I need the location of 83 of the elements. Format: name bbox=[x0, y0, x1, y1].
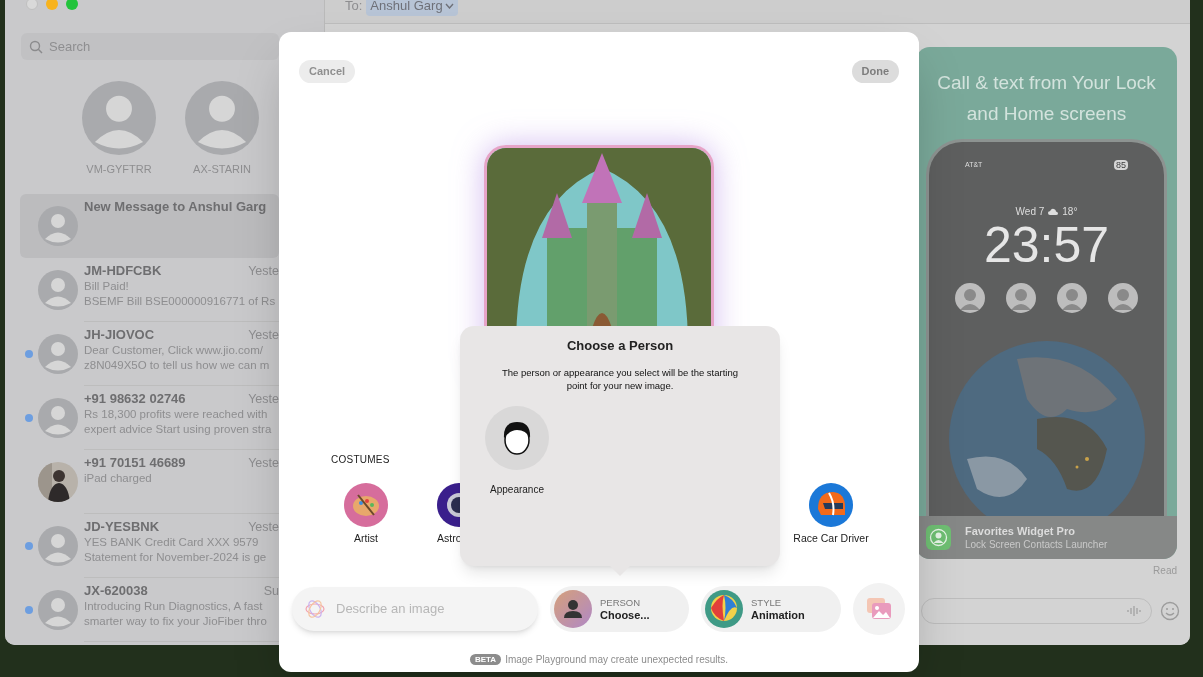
contact-name: +91 70151 46689 bbox=[84, 454, 186, 471]
read-receipt: Read bbox=[1153, 564, 1177, 578]
pinned-contact-name: VM-GYFTRR bbox=[86, 162, 152, 177]
picker-value: Choose... bbox=[600, 608, 650, 622]
attachment-headline: Call & text from Your Lock and Home screens bbox=[937, 72, 1156, 124]
waveform-icon bbox=[1127, 605, 1141, 617]
pinned-contact[interactable]: AX-STARIN bbox=[185, 81, 259, 178]
message-preview: Bill Paid! bbox=[84, 278, 130, 294]
disclaimer-text: Image Playground may create unexpected results. bbox=[505, 652, 729, 667]
popover-description: The person or appearance you select will be the starting point for your new image. bbox=[500, 365, 740, 392]
message-time: Su bbox=[263, 582, 279, 599]
avatar-icon bbox=[38, 525, 78, 566]
app-title: Favorites Widget Pro bbox=[965, 523, 1076, 538]
cancel-button[interactable]: Cancel bbox=[299, 60, 356, 83]
conversation-row[interactable]: +91 98632 02746 Yeste Rs 18,300 profits were reached with expert advice Start using proven stra bbox=[20, 385, 279, 450]
costume-label: Artist bbox=[354, 531, 378, 546]
picker-value: Animation bbox=[751, 608, 805, 622]
picker-label: PERSON bbox=[600, 595, 641, 609]
message-time: Yeste bbox=[248, 262, 279, 279]
lock-temperature: 18° bbox=[1062, 204, 1078, 219]
contact-avatar-icon bbox=[1108, 282, 1138, 313]
contact-name: +91 98632 02746 bbox=[84, 390, 186, 407]
avatar-icon bbox=[38, 205, 78, 246]
photos-icon bbox=[867, 597, 891, 620]
minimize-window-icon[interactable] bbox=[46, 0, 58, 10]
beach-ball-icon bbox=[705, 589, 743, 628]
contact-avatar-icon bbox=[1057, 282, 1087, 313]
conversation-row[interactable]: New Message to Anshul Garg bbox=[20, 193, 279, 258]
popover-title: Choose a Person bbox=[566, 337, 674, 355]
avatar-icon bbox=[185, 81, 259, 155]
message-preview: expert advice Start using proven stra bbox=[84, 421, 273, 437]
message-time: Yeste bbox=[248, 454, 279, 471]
avatar-icon bbox=[82, 81, 156, 155]
message-preview: Rs 18,300 profits were reached with bbox=[84, 406, 269, 422]
lock-time: 23:57 bbox=[983, 218, 1110, 271]
zoom-window-icon[interactable] bbox=[66, 0, 78, 10]
picker-label: STYLE bbox=[751, 595, 782, 609]
beta-badge: BETA bbox=[469, 653, 502, 665]
avatar-icon bbox=[38, 589, 78, 630]
chevron-down-icon bbox=[444, 3, 454, 9]
message-time: Yeste bbox=[248, 518, 279, 535]
pinned-contact[interactable]: VM-GYFTRR bbox=[82, 81, 156, 178]
avatar-icon bbox=[38, 333, 78, 374]
recipient-token[interactable]: Anshul Garg bbox=[366, 0, 458, 16]
person-icon bbox=[554, 589, 592, 628]
conversation-row[interactable]: +91 70151 46689 Yeste iPad charged bbox=[20, 449, 279, 514]
contact-name: JH-JIOVOC bbox=[84, 326, 155, 343]
message-preview: YES BANK Credit Card XXX 9579 bbox=[84, 534, 260, 550]
close-window-icon[interactable] bbox=[26, 0, 38, 10]
style-picker[interactable]: STYLE Animation bbox=[701, 585, 841, 632]
search-icon bbox=[29, 39, 43, 54]
message-time: Yeste bbox=[248, 326, 279, 343]
section-heading: COSTUMES bbox=[331, 454, 391, 466]
message-time: Yeste bbox=[248, 390, 279, 407]
message-preview: iPad charged bbox=[84, 470, 153, 486]
option-label: Appearance bbox=[490, 482, 544, 497]
helmet-icon bbox=[809, 483, 853, 527]
avatar-icon bbox=[38, 269, 78, 310]
contact-name: JD-YESBNK bbox=[84, 518, 160, 535]
app-subtitle: Lock Screen Contacts Launcher bbox=[965, 537, 1108, 552]
avatar-icon bbox=[38, 397, 78, 438]
app-icon bbox=[926, 525, 951, 550]
contact-avatar-icon bbox=[1006, 282, 1036, 313]
palette-icon bbox=[344, 483, 388, 527]
to-label: To: bbox=[345, 0, 363, 15]
sparkle-icon bbox=[304, 597, 326, 620]
contact-name: JX-620038 bbox=[84, 582, 148, 599]
costume-option[interactable]: Artist bbox=[326, 483, 406, 547]
prompt-field[interactable]: Describe an image bbox=[292, 586, 538, 631]
costume-label: Race Car Driver bbox=[793, 531, 869, 546]
contact-name: New Message to Anshul Garg bbox=[84, 198, 267, 215]
person-picker[interactable]: PERSON Choose... bbox=[550, 585, 689, 632]
message-preview: Introducing Run Diagnostics, A fast bbox=[84, 598, 264, 614]
battery-icon: 85 bbox=[1114, 160, 1128, 171]
cloud-icon bbox=[1048, 207, 1059, 215]
contact-avatar-icon bbox=[955, 282, 985, 313]
message-preview: Dear Customer, Click www.jio.com/ bbox=[84, 342, 264, 358]
done-button[interactable]: Done bbox=[851, 60, 899, 83]
lock-date: Wed 7 bbox=[1015, 204, 1045, 219]
pinned-contact-name: AX-STARIN bbox=[193, 162, 251, 177]
costume-option[interactable]: Race Car Driver bbox=[791, 483, 871, 547]
emoji-icon[interactable] bbox=[1160, 601, 1180, 621]
contact-name: JM-HDFCBK bbox=[84, 262, 162, 279]
